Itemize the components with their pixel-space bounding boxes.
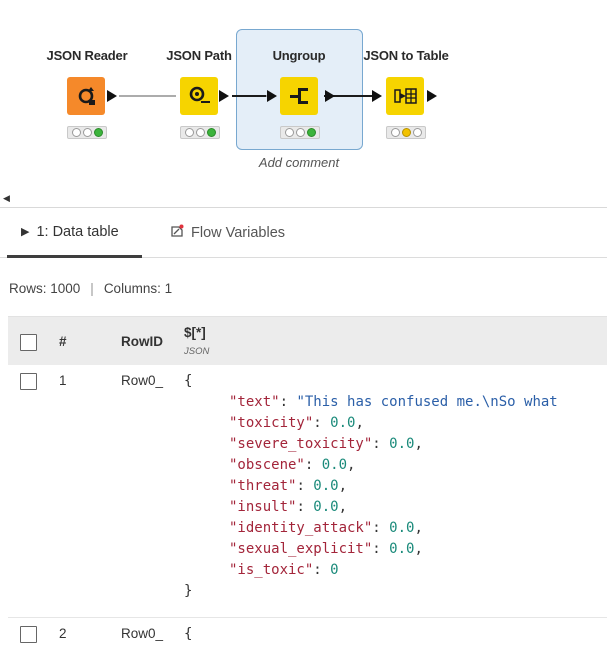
tab-data-table[interactable]: ▶ 1: Data table [7,208,142,258]
json-reader-icon[interactable] [67,77,105,115]
row-index: 1 [59,373,67,388]
tab-label: Flow Variables [191,225,286,241]
json-key: "is_toxic" [229,562,314,578]
node-status-json-reader [67,126,107,139]
json-key: "insult" [229,499,297,515]
json-value: 0.0 [389,541,415,557]
json-value: 0.0 [389,520,415,536]
workflow-canvas[interactable]: JSON Reader JSON Path Ungroup JSON to Ta… [0,0,607,190]
play-icon: ▶ [21,226,30,238]
table-row[interactable]: 2 Row0_ { [8,618,607,647]
json-line: "identity_attack": 0.0, [229,520,423,536]
json-close-brace: } [184,583,193,599]
json-line: "obscene": 0.0, [229,457,356,473]
row-id: Row0_ [121,373,164,388]
row-id: Row0_ [121,626,164,641]
json-value: 0.0 [313,478,339,494]
json-value: 0.0 [389,436,415,452]
json-key: "severe_toxicity" [229,436,373,452]
json-key: "text" [229,394,280,410]
json-path-icon[interactable] [180,77,218,115]
json-key: "obscene" [229,457,305,473]
json-column-type: JSON [184,346,210,357]
node-status-json-to-table [386,126,426,139]
json-open-brace: { [184,373,193,389]
json-value: 0.0 [313,499,339,515]
json-line: "toxicity": 0.0, [229,415,364,431]
row-checkbox[interactable] [20,626,37,643]
json-line: "text": "This has confused me.\nSo what [229,394,558,410]
horizontal-scrollbar[interactable]: ◀ [0,190,607,208]
node-label-json-path[interactable]: JSON Path [166,48,232,63]
add-comment-label[interactable]: Add comment [259,155,339,170]
json-cell: { "text": "This has confused me.\nSo what… [184,371,558,602]
table-row[interactable]: 1 Row0_ { "text": "This has confused me.\… [8,365,607,618]
json-line: "is_toxic": 0 [229,562,339,578]
ungroup-icon[interactable] [280,77,318,115]
node-label-json-reader[interactable]: JSON Reader [47,48,128,63]
index-header[interactable]: # [59,334,67,349]
flow-variable-icon [170,224,184,242]
row-index: 2 [59,626,67,641]
json-line: "severe_toxicity": 0.0, [229,436,423,452]
json-key: "identity_attack" [229,520,373,536]
json-value: 0.0 [321,457,348,473]
node-status-ungroup [280,126,320,139]
row-count: Rows: 1000 [9,281,81,296]
rowid-header[interactable]: RowID [121,334,163,349]
tab-bar: ▶ 1: Data table Flow Variables [0,208,607,258]
table-summary: Rows: 1000 | Columns: 1 [9,281,172,296]
json-key: "sexual_explicit" [229,541,373,557]
json-value: 0.0 [330,415,356,431]
scroll-left-icon[interactable]: ◀ [3,193,10,204]
json-column-header[interactable]: $[*] [184,325,206,340]
json-line: "threat": 0.0, [229,478,348,494]
node-label-json-to-table[interactable]: JSON to Table [363,48,448,63]
row-checkbox[interactable] [20,373,37,390]
summary-separator: | [90,281,94,296]
select-all-checkbox[interactable] [20,334,37,351]
tab-label: 1: Data table [36,223,119,240]
node-label-ungroup[interactable]: Ungroup [273,48,326,63]
json-value: "This has confused me.\nSo what [296,394,558,410]
column-count: Columns: 1 [103,281,173,296]
json-key: "toxicity" [229,415,314,431]
json-value: 0 [330,562,339,578]
json-lines: "text": "This has confused me.\nSo what "… [184,392,558,581]
json-line: "insult": 0.0, [229,499,348,515]
node-status-json-path [180,126,220,139]
tab-flow-variables[interactable]: Flow Variables [170,208,285,258]
json-to-table-icon[interactable] [386,77,424,115]
json-line: "sexual_explicit": 0.0, [229,541,423,557]
json-key: "threat" [229,478,297,494]
json-open-brace: { [184,626,193,642]
table-header: # RowID $[*] JSON [8,316,607,365]
